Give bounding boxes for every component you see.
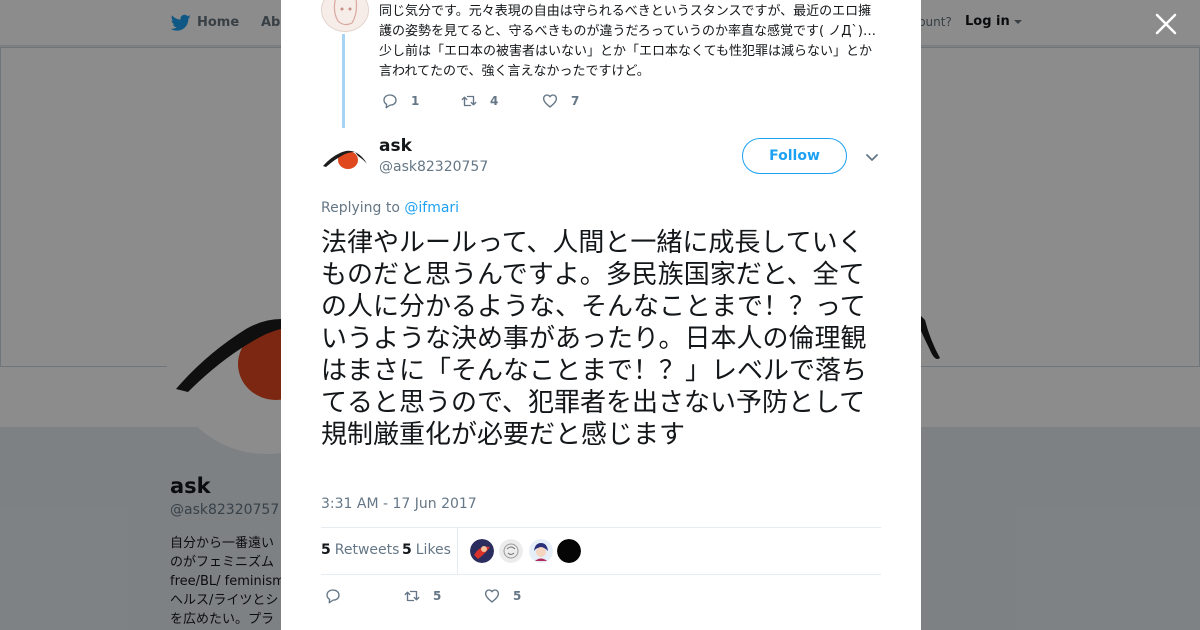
retweet-count: 4 bbox=[490, 94, 499, 108]
retweets-label: Retweets bbox=[334, 542, 400, 558]
like-icon bbox=[484, 589, 500, 603]
like-button[interactable]: 5 bbox=[483, 587, 521, 605]
tweet-text: 法律やルールって、人間と一緒に成長していくものだと思うんですよ。多民族国家だと、… bbox=[321, 228, 868, 450]
replying-to: Replying to @ifmari bbox=[321, 200, 459, 216]
avatar-artwork bbox=[529, 539, 553, 563]
replying-to-link[interactable]: @ifmari bbox=[404, 200, 459, 216]
tweet-author-avatar[interactable] bbox=[321, 135, 369, 183]
reply-button[interactable] bbox=[324, 587, 354, 605]
parent-reply-button[interactable]: 1 bbox=[381, 92, 419, 110]
liker-avatar[interactable] bbox=[557, 539, 581, 563]
reply-count: 1 bbox=[411, 94, 420, 108]
replying-prefix: Replying to bbox=[321, 200, 400, 216]
parent-retweet-button[interactable]: 4 bbox=[460, 92, 498, 110]
chevron-down-icon[interactable] bbox=[864, 149, 880, 165]
close-icon[interactable] bbox=[1152, 10, 1180, 38]
like-count: 7 bbox=[571, 94, 580, 108]
parent-tweet-avatar[interactable] bbox=[321, 0, 369, 32]
parent-tweet-text: 同じ気分です。元々表現の自由は守られるべきというスタンスですが、最近のエロ擁護の… bbox=[379, 4, 876, 79]
avatar-artwork bbox=[323, 150, 367, 169]
reply-icon bbox=[383, 94, 397, 109]
retweet-icon bbox=[461, 95, 477, 107]
thread-connector bbox=[342, 34, 345, 128]
liker-avatar[interactable] bbox=[470, 539, 494, 563]
like-icon bbox=[542, 94, 558, 108]
follow-button[interactable]: Follow bbox=[742, 138, 847, 174]
tweet-author-name[interactable]: ask bbox=[379, 136, 412, 156]
retweet-icon bbox=[404, 590, 420, 602]
liker-avatar[interactable] bbox=[499, 539, 523, 563]
avatar-artwork bbox=[557, 539, 581, 563]
retweets-stat[interactable]: 5 Retweets bbox=[321, 542, 399, 558]
retweets-count: 5 bbox=[321, 542, 331, 558]
parent-like-button[interactable]: 7 bbox=[541, 92, 579, 110]
like-count: 5 bbox=[513, 589, 522, 603]
liker-avatar[interactable] bbox=[529, 539, 553, 563]
retweet-count: 5 bbox=[433, 589, 442, 603]
likes-label: Likes bbox=[415, 542, 451, 558]
likes-count: 5 bbox=[402, 542, 412, 558]
stats-divider bbox=[457, 528, 458, 575]
tweet-stats: 5 Retweets 5 Likes bbox=[321, 527, 881, 575]
reply-icon bbox=[326, 589, 340, 604]
avatar-artwork bbox=[499, 539, 523, 563]
avatar-artwork bbox=[470, 539, 494, 563]
tweet-timestamp[interactable]: 3:31 AM - 17 Jun 2017 bbox=[321, 496, 477, 512]
retweet-button[interactable]: 5 bbox=[403, 587, 441, 605]
tweet-author-handle[interactable]: @ask82320757 bbox=[379, 159, 488, 175]
tweet-permalink-modal: 同じ気分です。元々表現の自由は守られるべきというスタンスですが、最近のエロ擁護の… bbox=[281, 0, 921, 630]
likes-stat[interactable]: 5 Likes bbox=[402, 542, 451, 558]
avatar-artwork bbox=[322, 0, 368, 31]
